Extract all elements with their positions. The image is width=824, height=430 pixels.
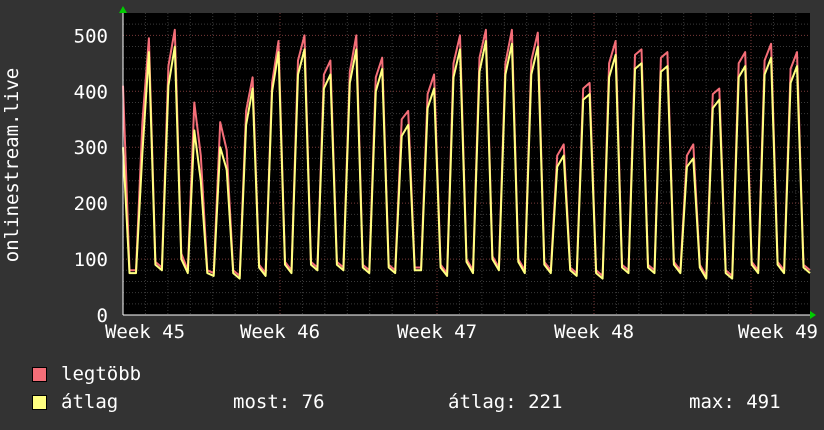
stat-now: most: 76 bbox=[233, 391, 325, 413]
y-tick-labels: 0100200300400500 bbox=[74, 25, 108, 327]
y-tick-label: 200 bbox=[74, 193, 108, 215]
legend-label-avg: átlag bbox=[61, 391, 119, 413]
x-tick-label: Week 46 bbox=[240, 321, 320, 343]
x-tick-label: Week 45 bbox=[105, 321, 185, 343]
x-tick-label: Week 49 bbox=[738, 321, 818, 343]
y-axis-arrow-icon bbox=[119, 6, 127, 13]
x-tick-label: Week 48 bbox=[554, 321, 634, 343]
legend-label-max: legtöbb bbox=[61, 363, 142, 385]
y-axis-label: onlinestream.live bbox=[1, 68, 23, 262]
y-tick-label: 500 bbox=[74, 25, 108, 47]
legend-swatch-max bbox=[32, 366, 47, 382]
stat-avg: átlag: 221 bbox=[448, 391, 563, 413]
x-tick-labels: Week 45 Week 46 Week 47 Week 48 Week 49 bbox=[105, 321, 818, 343]
legend-swatch-avg bbox=[32, 394, 47, 410]
y-tick-label: 100 bbox=[74, 249, 108, 271]
stat-max: max: 491 bbox=[689, 391, 781, 413]
x-axis-arrow-icon bbox=[810, 311, 816, 319]
legend-item-max: legtöbb bbox=[32, 363, 142, 385]
y-tick-label: 400 bbox=[74, 81, 108, 103]
x-tick-label: Week 47 bbox=[397, 321, 477, 343]
y-tick-label: 300 bbox=[74, 137, 108, 159]
legend-item-avg: átlag bbox=[32, 391, 119, 413]
